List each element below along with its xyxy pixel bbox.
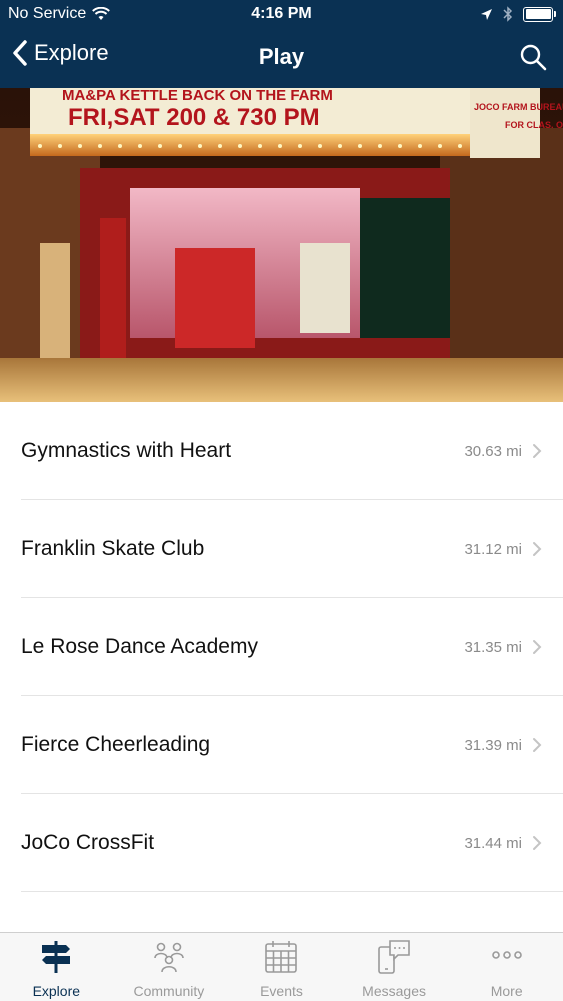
list-item-name: Franklin Skate Club	[21, 537, 205, 560]
more-icon	[491, 951, 522, 959]
tab-messages-label: Messages	[362, 983, 426, 999]
status-right	[480, 6, 556, 22]
marquee-bottom-text: FRI,SAT 200 & 730 PM	[68, 104, 320, 131]
list-item[interactable]: Gymnastics with Heart 30.63 mi	[0, 402, 563, 500]
side-sign-2-text: FOR CLAS. OF 1922	[505, 120, 563, 130]
list-item-distance: 31.39 mi	[464, 737, 522, 754]
location-arrow-icon	[481, 8, 492, 20]
search-icon[interactable]	[519, 43, 547, 71]
list-item-name: Le Rose Dance Academy	[21, 635, 258, 658]
list-item-name: Fierce Cheerleading	[21, 733, 211, 756]
list-item[interactable]: Franklin Skate Club 31.12 mi	[0, 500, 563, 598]
chevron-right-icon	[533, 640, 542, 654]
bluetooth-icon	[503, 6, 513, 22]
tab-explore-label: Explore	[32, 983, 81, 999]
theater-illustration: MA&PA KETTLE BACK ON THE FARM FRI,SAT 20…	[0, 88, 563, 402]
tab-bar: Explore Community Events Messages More	[0, 932, 563, 1001]
status-bar: No Service 4:16 PM	[0, 0, 563, 30]
calendar-icon	[265, 941, 298, 973]
tab-events[interactable]: Events	[225, 933, 338, 1001]
chevron-right-icon	[533, 444, 542, 458]
list-item-name: Gymnastics with Heart	[21, 439, 232, 462]
page-title: Play	[258, 44, 305, 69]
tab-explore[interactable]: Explore	[0, 933, 113, 1001]
places-list: Gymnastics with Heart 30.63 mi Franklin …	[0, 402, 563, 892]
marquee-top-text: MA&PA KETTLE BACK ON THE FARM	[62, 88, 333, 104]
battery-icon	[523, 6, 556, 22]
signpost-icon	[42, 941, 71, 973]
hero-image: MA&PA KETTLE BACK ON THE FARM FRI,SAT 20…	[0, 88, 563, 402]
chevron-right-icon	[533, 542, 542, 556]
chevron-right-icon	[533, 836, 542, 850]
chevron-right-icon	[533, 738, 542, 752]
status-time: 4:16 PM	[251, 5, 312, 22]
list-item[interactable]: Le Rose Dance Academy 31.35 mi	[0, 598, 563, 696]
list-item-distance: 31.35 mi	[464, 639, 522, 656]
list-item[interactable]: Fierce Cheerleading 31.39 mi	[0, 696, 563, 794]
navigation-bar: Explore Play	[0, 30, 563, 88]
messages-icon	[378, 940, 410, 974]
top-bar: No Service 4:16 PM Explore Play	[0, 0, 563, 88]
tab-community[interactable]: Community	[113, 933, 226, 1001]
community-icon	[154, 942, 184, 973]
list-item-distance: 31.44 mi	[464, 835, 522, 852]
tab-more[interactable]: More	[450, 933, 563, 1001]
list-item[interactable]: JoCo CrossFit 31.44 mi	[0, 794, 563, 892]
tab-events-label: Events	[260, 983, 303, 999]
tab-community-label: Community	[133, 983, 205, 999]
tab-more-label: More	[490, 983, 523, 999]
side-sign-1-text: JOCO FARM BUREAU	[474, 102, 563, 112]
tab-messages[interactable]: Messages	[338, 933, 451, 1001]
list-item-name: JoCo CrossFit	[21, 831, 155, 854]
list-item-distance: 30.63 mi	[464, 443, 522, 460]
row-divider	[21, 891, 563, 892]
list-item-distance: 31.12 mi	[464, 541, 522, 558]
